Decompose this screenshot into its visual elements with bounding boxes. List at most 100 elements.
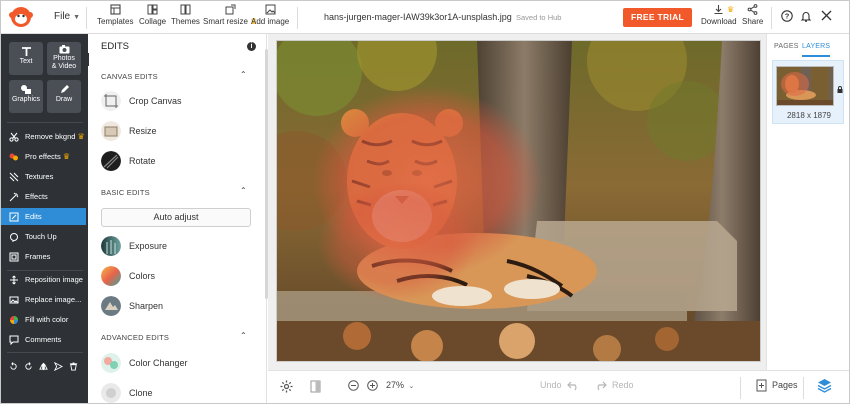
collage-label: Collage <box>139 17 167 26</box>
graphics-tile-label: Graphics <box>11 96 40 103</box>
undo-label: Undo <box>540 380 562 390</box>
chevron-up-icon[interactable]: ⌃ <box>240 186 247 195</box>
file-menu[interactable]: File ▼ <box>54 11 80 22</box>
sharpen-thumbnail <box>101 296 121 316</box>
edit-item-label: Sharpen <box>129 301 164 311</box>
rail-item-touch-up[interactable]: Touch Up <box>1 228 86 245</box>
templates-button[interactable]: Templates <box>97 4 133 26</box>
templates-label: Templates <box>97 17 134 26</box>
settings-gear-icon[interactable] <box>280 380 293 393</box>
share-icon <box>747 4 758 15</box>
picmonkey-logo-icon[interactable] <box>9 6 33 28</box>
redo-icon[interactable] <box>594 380 607 391</box>
smart-resize-label: Smart resize <box>203 17 248 26</box>
edit-item-label: Rotate <box>129 156 156 166</box>
tab-layers[interactable]: LAYERS <box>802 43 830 50</box>
chevron-down-icon: ⌄ <box>408 383 415 390</box>
compare-icon[interactable] <box>310 380 321 393</box>
tab-pages[interactable]: PAGES <box>774 43 799 50</box>
app-window: File ▼ Templates Collage Themes Smart res… <box>0 0 850 404</box>
draw-tile-label: Draw <box>55 96 73 103</box>
edits-icon <box>9 212 19 222</box>
edit-item-sharpen[interactable]: Sharpen <box>101 296 251 316</box>
chevron-up-icon[interactable]: ⌃ <box>240 331 247 340</box>
rail-item-reposition-image[interactable]: Reposition image <box>1 271 86 288</box>
crop-canvas-thumbnail <box>101 91 121 111</box>
rail-item-replace-image[interactable]: Replace image... <box>1 291 86 308</box>
download-icon <box>714 5 723 15</box>
rail-item-comments[interactable]: Comments <box>1 331 86 348</box>
themes-button[interactable]: Themes <box>171 4 200 26</box>
auto-adjust-button[interactable]: Auto adjust <box>101 208 251 227</box>
layer-item[interactable]: 2818 x 1879 <box>772 60 844 124</box>
zoom-level-dropdown[interactable]: 27% ⌄ <box>386 380 414 390</box>
edit-item-exposure[interactable]: Exposure <box>101 236 251 256</box>
free-trial-button[interactable]: FREE TRIAL <box>623 8 692 27</box>
pro-effects-icon <box>9 153 18 161</box>
rail-item-edits[interactable]: Edits <box>1 208 86 225</box>
edit-item-label: Colors <box>129 271 156 281</box>
touch-up-icon <box>10 233 18 242</box>
share-button[interactable]: Share <box>742 4 763 26</box>
help-icon[interactable]: ? <box>781 10 793 22</box>
section-heading-basic-edits: BASIC EDITS <box>101 188 150 197</box>
text-tool-tile[interactable]: Text <box>9 42 43 75</box>
trash-icon[interactable] <box>69 362 78 371</box>
notifications-bell-icon[interactable] <box>800 10 812 22</box>
chevron-up-icon[interactable]: ⌃ <box>240 70 247 79</box>
zoom-in-icon[interactable] <box>367 380 378 391</box>
zoom-level: 27% <box>386 380 405 390</box>
pages-label[interactable]: Pages <box>772 380 798 390</box>
edit-item-resize[interactable]: Resize <box>101 121 251 141</box>
divider <box>803 377 804 399</box>
edit-item-crop-canvas[interactable]: Crop Canvas <box>101 91 251 111</box>
rotate-thumbnail <box>101 151 121 171</box>
edit-item-rotate[interactable]: Rotate <box>101 151 251 171</box>
themes-label: Themes <box>171 17 200 26</box>
rail-item-label: Remove bkgnd <box>25 132 76 141</box>
graphics-icon <box>21 85 31 94</box>
smart-resize-button[interactable]: Smart resize ♛ <box>203 4 257 26</box>
send-icon[interactable] <box>53 361 64 372</box>
lock-icon[interactable] <box>837 86 843 93</box>
scissors-icon <box>9 132 19 142</box>
edit-item-clone[interactable]: Clone <box>101 383 251 403</box>
photos-video-tile[interactable]: Photos & Video <box>47 42 81 75</box>
pages-icon[interactable] <box>756 379 767 392</box>
canvas-image[interactable] <box>276 40 761 362</box>
bottom-toolbar: 27% ⌄ Undo Redo Pages <box>268 370 849 403</box>
edit-item-label: Color Changer <box>129 358 188 368</box>
flip-icon[interactable] <box>39 362 48 371</box>
templates-icon <box>110 4 121 15</box>
rail-item-textures[interactable]: Textures <box>1 168 86 185</box>
themes-icon <box>180 4 191 15</box>
layers-icon[interactable] <box>817 378 832 393</box>
rail-item-pro-effects[interactable]: Pro effects ♛ <box>1 148 86 165</box>
collage-button[interactable]: Collage <box>139 4 166 26</box>
layers-panel: PAGES LAYERS 2818 x 1879 <box>766 34 849 370</box>
zoom-out-icon[interactable] <box>348 380 359 391</box>
file-menu-label: File <box>54 11 71 22</box>
undo-icon[interactable] <box>567 380 580 391</box>
rotate-right-icon[interactable] <box>24 362 33 371</box>
rail-item-label: Frames <box>25 252 51 261</box>
graphics-tile[interactable]: Graphics <box>9 80 43 113</box>
rail-item-remove-bkgnd[interactable]: Remove bkgnd ♛ <box>1 128 86 145</box>
rail-item-frames[interactable]: Frames <box>1 248 86 265</box>
rail-item-fill-with-color[interactable]: Fill with color <box>1 311 86 328</box>
edit-item-colors[interactable]: Colors <box>101 266 251 286</box>
close-icon[interactable] <box>821 10 832 21</box>
reposition-icon <box>10 275 18 285</box>
edit-item-color-changer[interactable]: Color Changer <box>101 353 251 373</box>
collage-icon <box>147 4 158 15</box>
svg-text:?: ? <box>785 12 790 21</box>
draw-tile[interactable]: Draw <box>47 80 81 113</box>
divider <box>740 377 741 399</box>
divider <box>771 7 772 29</box>
info-icon[interactable]: i <box>247 42 256 51</box>
rail-item-effects[interactable]: Effects <box>1 188 86 205</box>
document-filename[interactable]: hans-jurgen-mager-IAW39k3or1A-unsplash.j… <box>324 12 512 22</box>
edit-item-label: Exposure <box>129 241 168 251</box>
add-image-button[interactable]: Add image <box>251 4 289 26</box>
rotate-left-icon[interactable] <box>9 362 18 371</box>
